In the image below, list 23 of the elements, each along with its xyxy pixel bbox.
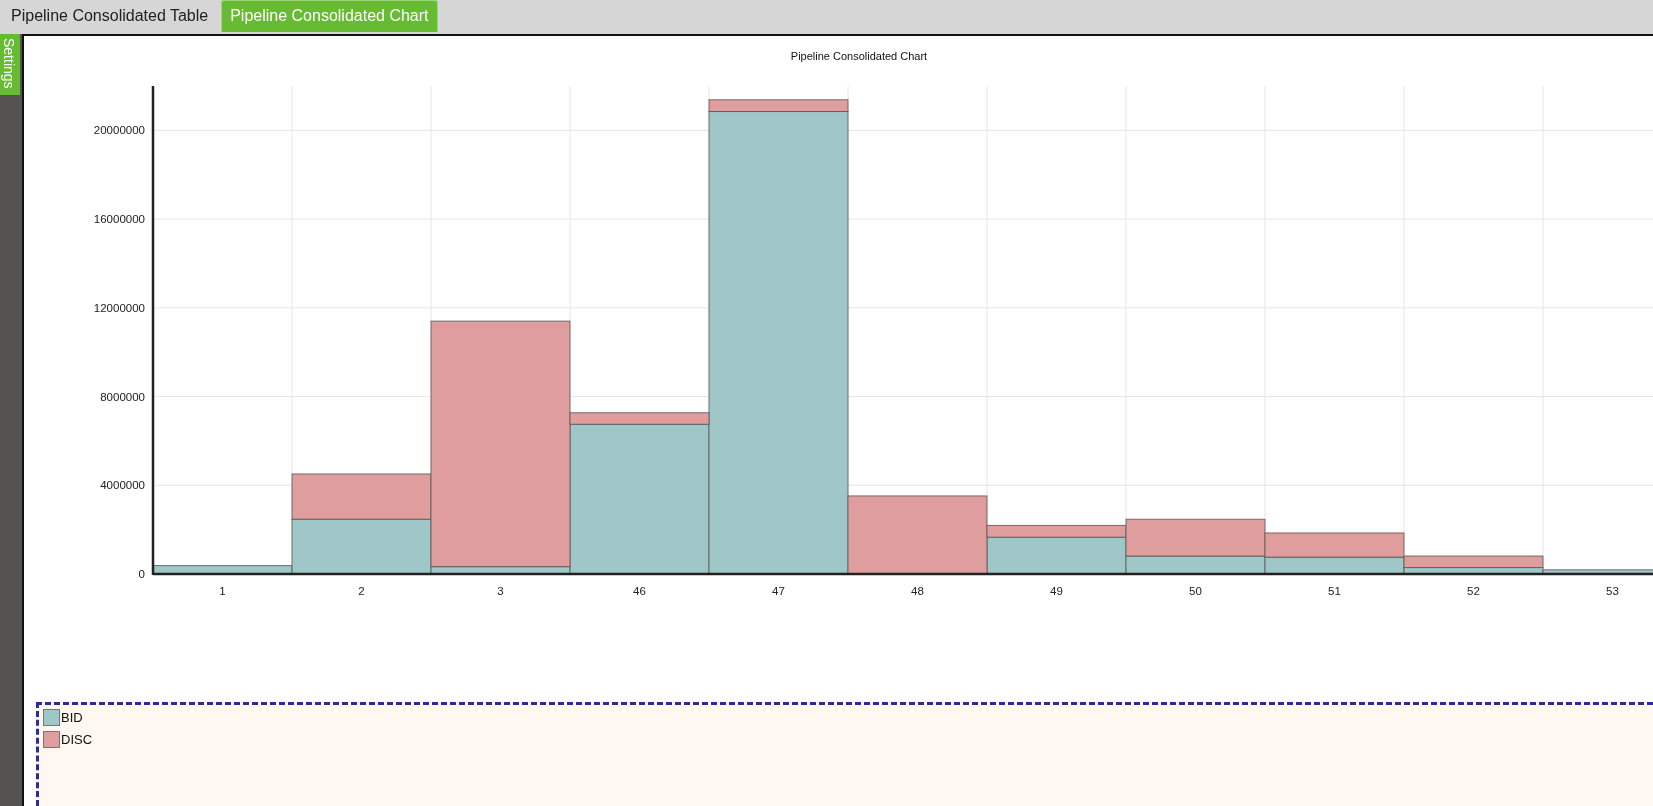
y-tick-label: 12000000 xyxy=(93,301,145,314)
x-tick-label: 49 xyxy=(1050,585,1063,597)
x-tick-label: 47 xyxy=(772,585,785,597)
tab[interactable]: Pipeline Consolidated Chart xyxy=(221,0,438,32)
y-tick-label: 0 xyxy=(138,568,145,580)
y-tick-label: 20000000 xyxy=(93,124,145,137)
x-tick-label: 52 xyxy=(1467,585,1480,597)
x-tick-label: 50 xyxy=(1189,585,1202,597)
y-tick-label: 4000000 xyxy=(100,479,145,492)
y-tick-label: 16000000 xyxy=(93,213,145,226)
y-tick-label: 8000000 xyxy=(100,390,145,403)
x-tick-label: 51 xyxy=(1328,585,1341,597)
x-tick-label: 53 xyxy=(1606,585,1619,597)
x-tick-label: 2 xyxy=(358,585,365,597)
legend-label: BID xyxy=(61,710,83,725)
x-tick-label: 3 xyxy=(497,585,504,597)
x-tick-label: 46 xyxy=(633,585,646,597)
x-tick-label: 48 xyxy=(911,585,924,597)
legend-label: DISC xyxy=(61,732,93,747)
x-tick-label: 1 xyxy=(219,585,226,597)
tab[interactable]: Pipeline Consolidated Table xyxy=(2,0,218,32)
settings-tab[interactable]: Settings xyxy=(0,34,20,95)
chart-title: Pipeline Consolidated Chart xyxy=(790,50,928,62)
